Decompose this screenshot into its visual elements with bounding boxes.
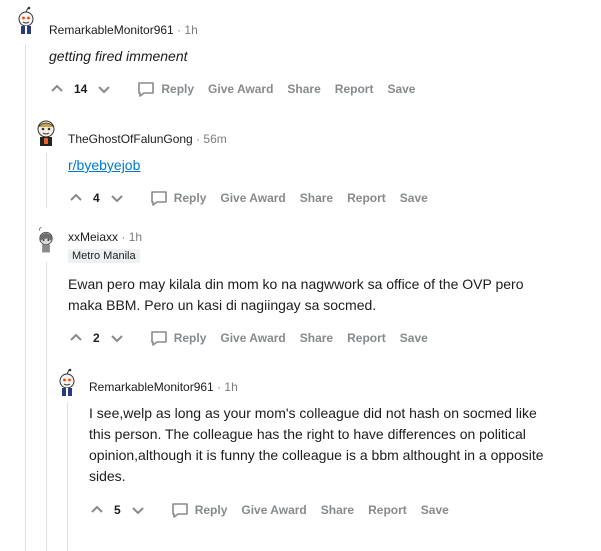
upvote-icon[interactable] — [50, 82, 64, 96]
give-award-button[interactable]: Give Award — [220, 191, 285, 205]
username[interactable]: xxMeiaxx — [68, 230, 118, 244]
reply-button[interactable]: Reply — [150, 329, 206, 347]
thread-line[interactable] — [25, 44, 26, 551]
share-button[interactable]: Share — [300, 331, 333, 345]
vote-score: 4 — [93, 191, 100, 205]
comment-actions: 4 Reply Give Award Share Report Save — [69, 186, 442, 210]
timestamp[interactable]: 1h — [184, 23, 197, 37]
comment-actions: 14 Reply Give Award Share Report Save — [50, 77, 429, 101]
save-button[interactable]: Save — [400, 191, 428, 205]
share-button[interactable]: Share — [300, 191, 333, 205]
report-button[interactable]: Report — [335, 82, 374, 96]
give-award-button[interactable]: Give Award — [220, 331, 285, 345]
avatar[interactable] — [32, 226, 60, 254]
avatar[interactable] — [12, 6, 40, 34]
save-button[interactable]: Save — [400, 331, 428, 345]
vote-score: 14 — [74, 82, 88, 96]
report-button[interactable]: Report — [368, 503, 407, 517]
username[interactable]: RemarkableMonitor961 — [89, 380, 214, 394]
separator: · — [196, 132, 201, 146]
avatar[interactable] — [53, 368, 81, 396]
upvote-icon[interactable] — [90, 503, 104, 517]
reply-button[interactable]: Reply — [171, 501, 227, 519]
comment-body: I see,welp as long as your mom's colleag… — [89, 405, 544, 484]
downvote-icon[interactable] — [110, 191, 124, 205]
comment-icon — [138, 82, 155, 97]
upvote-icon[interactable] — [69, 331, 83, 345]
save-button[interactable]: Save — [387, 82, 415, 96]
reply-button[interactable]: Reply — [137, 80, 194, 98]
subreddit-link[interactable]: r/byebyejob — [68, 157, 140, 173]
username[interactable]: TheGhostOfFalunGong — [68, 132, 193, 146]
comment-icon — [171, 503, 188, 518]
comment-body: Ewan pero may kilala din mom ko na nagww… — [68, 276, 524, 313]
timestamp[interactable]: 1h — [129, 230, 142, 244]
save-button[interactable]: Save — [421, 503, 449, 517]
comment-icon — [150, 191, 167, 206]
timestamp[interactable]: 1h — [224, 380, 237, 394]
thread-line[interactable] — [46, 262, 47, 551]
downvote-icon[interactable] — [110, 331, 124, 345]
avatar[interactable] — [32, 118, 60, 146]
comment-actions: 2 Reply Give Award Share Report Save — [69, 326, 442, 350]
thread-line[interactable] — [67, 402, 68, 551]
downvote-icon[interactable] — [97, 82, 111, 96]
give-award-button[interactable]: Give Award — [208, 82, 273, 96]
report-button[interactable]: Report — [347, 191, 386, 205]
vote-score: 5 — [114, 503, 121, 517]
separator: · — [177, 23, 182, 37]
thread-line[interactable] — [46, 153, 47, 208]
separator: · — [121, 230, 126, 244]
comment-actions: 5 Reply Give Award Share Report Save — [90, 498, 463, 522]
comment-body: getting fired immenent — [49, 48, 188, 64]
share-button[interactable]: Share — [321, 503, 354, 517]
report-button[interactable]: Report — [347, 331, 386, 345]
user-flair: Metro Manila — [68, 249, 140, 263]
reply-button[interactable]: Reply — [150, 189, 206, 207]
comment-icon — [150, 331, 167, 346]
separator: · — [217, 380, 222, 394]
give-award-button[interactable]: Give Award — [241, 503, 306, 517]
upvote-icon[interactable] — [69, 191, 83, 205]
timestamp[interactable]: 56m — [203, 132, 226, 146]
share-button[interactable]: Share — [287, 82, 320, 96]
username[interactable]: RemarkableMonitor961 — [49, 23, 174, 37]
downvote-icon[interactable] — [131, 503, 145, 517]
vote-score: 2 — [93, 331, 100, 345]
